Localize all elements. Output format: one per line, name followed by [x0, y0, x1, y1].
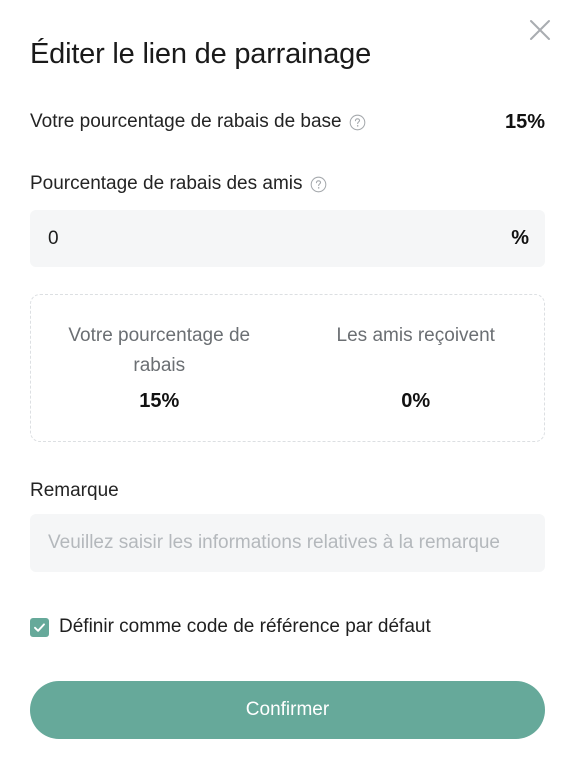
- close-icon[interactable]: [527, 17, 553, 43]
- friends-receive-summary-label: Les amis reçoivent: [336, 325, 495, 346]
- confirm-button[interactable]: Confirmer: [30, 681, 545, 739]
- default-referral-checkbox-label: Définir comme code de référence par défa…: [59, 616, 431, 637]
- friend-discount-input-wrapper: %: [30, 210, 545, 267]
- discount-summary-box: Votre pourcentage de rabais 15% Les amis…: [30, 294, 545, 442]
- edit-referral-dialog: Éditer le lien de parrainage Votre pourc…: [0, 0, 570, 776]
- friend-discount-label: Pourcentage de rabais des amis: [30, 173, 303, 194]
- dialog-title: Éditer le lien de parrainage: [30, 38, 372, 70]
- your-discount-summary: Votre pourcentage de rabais 15%: [31, 321, 288, 441]
- friends-receive-summary-value: 0%: [401, 390, 431, 412]
- question-circle-icon[interactable]: [310, 176, 327, 193]
- base-discount-value: 15%: [504, 110, 545, 133]
- remark-label: Remarque: [30, 480, 119, 501]
- friends-receive-summary: Les amis reçoivent 0%: [288, 321, 545, 441]
- default-referral-checkbox[interactable]: [30, 617, 49, 637]
- friend-discount-label-group: Pourcentage de rabais des amis: [30, 172, 545, 196]
- base-discount-row: Votre pourcentage de rabais de base 15%: [30, 110, 545, 134]
- remark-input-wrapper: [30, 514, 545, 572]
- friend-discount-input[interactable]: [48, 227, 468, 250]
- question-circle-icon[interactable]: [349, 114, 366, 131]
- your-discount-summary-label: Votre pourcentage de rabais: [68, 325, 251, 376]
- checkmark-icon: [34, 622, 45, 632]
- default-referral-checkbox-row[interactable]: Définir comme code de référence par défa…: [30, 616, 545, 638]
- percent-suffix: %: [511, 227, 529, 249]
- base-discount-label: Votre pourcentage de rabais de base: [30, 111, 342, 132]
- remark-input[interactable]: [48, 532, 527, 554]
- base-discount-label-group: Votre pourcentage de rabais de base: [30, 111, 366, 133]
- your-discount-summary-value: 15%: [139, 390, 180, 412]
